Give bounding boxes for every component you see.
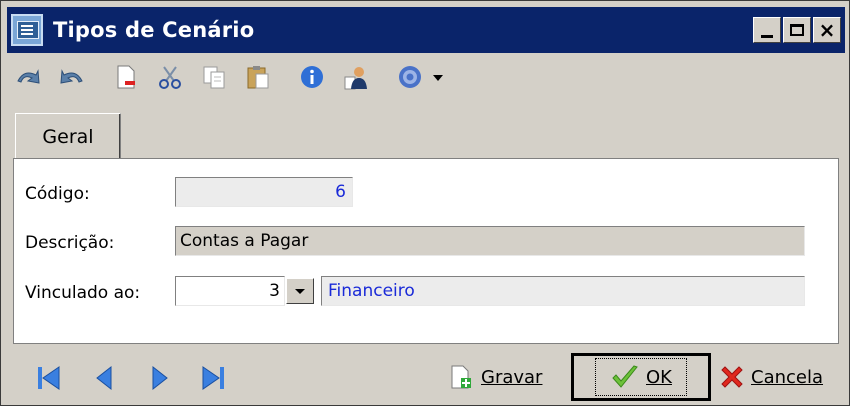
ok-label: OK — [646, 366, 672, 388]
maximize-icon — [790, 24, 804, 36]
close-icon: × — [818, 18, 836, 42]
toolbar — [7, 55, 845, 99]
dropdown-arrow-icon[interactable] — [431, 62, 445, 92]
close-button[interactable]: × — [813, 17, 841, 43]
codigo-value: 6 — [335, 182, 346, 202]
descricao-label: Descrição: — [25, 233, 115, 253]
ok-focus-ring: OK — [595, 358, 687, 396]
ok-button[interactable]: OK — [571, 353, 711, 401]
app-icon — [11, 14, 43, 46]
info-icon[interactable] — [297, 62, 327, 92]
vinculado-name: Financeiro — [328, 281, 415, 301]
help-icon[interactable] — [395, 62, 425, 92]
previous-record-button[interactable] — [89, 363, 119, 393]
new-doc-icon[interactable] — [111, 62, 141, 92]
user-doc-icon[interactable] — [341, 62, 371, 92]
codigo-label: Código: — [25, 184, 90, 204]
first-record-button[interactable] — [33, 363, 63, 393]
descricao-value: Contas a Pagar — [180, 231, 309, 251]
window-controls: × — [753, 17, 841, 43]
cut-icon[interactable] — [155, 62, 185, 92]
bottom-bar: Gravar OK Cancela — [7, 351, 845, 403]
x-icon — [721, 366, 743, 388]
next-record-button[interactable] — [145, 363, 175, 393]
maximize-button[interactable] — [783, 17, 811, 43]
redo-icon[interactable] — [57, 62, 87, 92]
chevron-down-icon — [295, 288, 305, 294]
tab-geral-label: Geral — [42, 125, 94, 148]
tab-geral[interactable]: Geral — [15, 113, 121, 159]
checkmark-icon — [612, 365, 638, 388]
vinculado-number: 3 — [269, 281, 280, 301]
vinculado-dropdown-button[interactable] — [286, 278, 314, 304]
gravar-button[interactable]: Gravar — [447, 357, 542, 397]
dialog-window: Tipos de Cenário × Geral Código: 6 Descr… — [0, 0, 850, 406]
paste-icon[interactable] — [243, 62, 273, 92]
codigo-field[interactable]: 6 — [175, 177, 353, 207]
descricao-field[interactable]: Contas a Pagar — [175, 226, 805, 256]
undo-icon[interactable] — [13, 62, 43, 92]
cancela-button[interactable]: Cancela — [719, 357, 823, 397]
title-bar[interactable]: Tipos de Cenário × — [7, 7, 845, 53]
gravar-label: Gravar — [481, 366, 543, 388]
cancela-label: Cancela — [751, 366, 824, 388]
copy-icon[interactable] — [199, 62, 229, 92]
vinculado-number-field[interactable]: 3 — [175, 276, 285, 306]
last-record-button[interactable] — [199, 363, 229, 393]
minimize-button[interactable] — [753, 17, 781, 43]
vinculado-name-field: Financeiro — [321, 276, 805, 306]
window-title: Tipos de Cenário — [53, 18, 255, 42]
vinculado-label: Vinculado ao: — [25, 283, 141, 303]
save-doc-icon — [451, 365, 471, 389]
minimize-icon — [761, 34, 773, 38]
